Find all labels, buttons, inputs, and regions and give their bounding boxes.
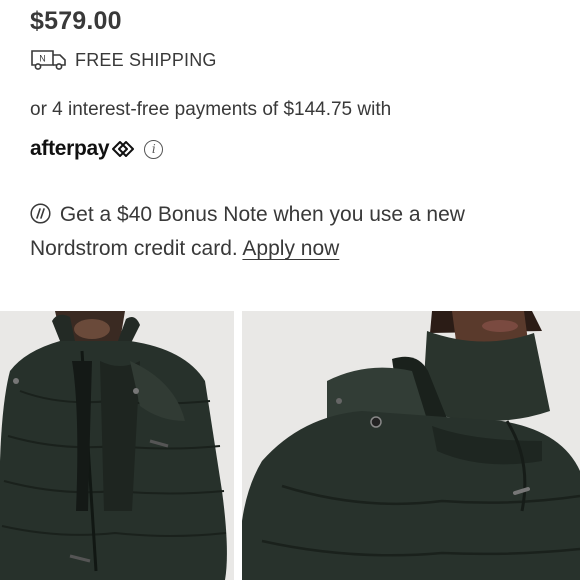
truck-letter: N xyxy=(39,54,46,64)
afterpay-arrows-icon xyxy=(112,141,135,157)
nordstrom-note-icon xyxy=(30,203,51,224)
installments-text: or 4 interest-free payments of $144.75 w… xyxy=(30,99,392,120)
product-photo-collar-image xyxy=(242,311,580,580)
apply-now-link[interactable]: Apply now xyxy=(242,237,339,260)
afterpay-wordmark: afterpay xyxy=(30,137,110,160)
info-icon[interactable]: i xyxy=(144,139,164,159)
product-photo-front-image xyxy=(0,311,234,580)
delivery-truck-icon: N xyxy=(31,50,66,70)
product-photo-front[interactable] xyxy=(0,311,234,580)
shipping-info: N FREE SHIPPING xyxy=(30,49,217,71)
free-shipping-label: FREE SHIPPING xyxy=(75,49,217,70)
product-price: $579.00 xyxy=(30,7,122,35)
afterpay-logo[interactable]: afterpay xyxy=(30,137,136,161)
bonus-note-promo: Get a $40 Bonus Note when you use a new … xyxy=(30,198,560,266)
product-photo-collar-detail[interactable] xyxy=(242,311,580,580)
afterpay-row: afterpay i xyxy=(30,137,164,161)
